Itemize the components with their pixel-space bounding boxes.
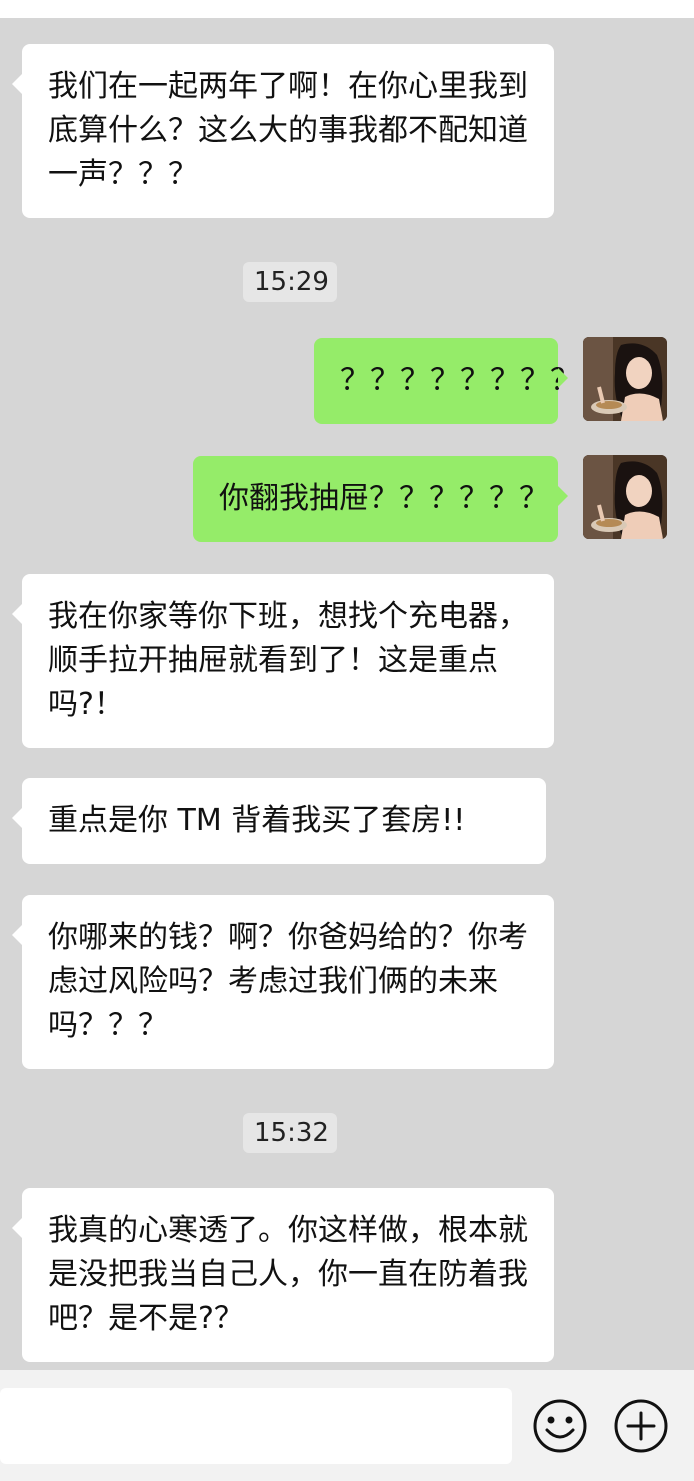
plus-circle-icon [614,1399,668,1453]
received-message[interactable]: 我在你家等你下班，想找个充电器，顺手拉开抽屉就看到了！这是重点吗?！ [12,574,554,748]
received-message[interactable]: 我真的心寒透了。你这样做，根本就是没把我当自己人，你一直在防着我吧？是不是?？ [12,1188,554,1362]
received-message[interactable]: 你哪来的钱？啊？你爸妈给的？你考虑过风险吗？考虑过我们俩的未来吗？？？ [12,895,554,1069]
more-button[interactable] [613,1398,669,1454]
message-input[interactable] [0,1388,512,1464]
timestamp: 15:32 [243,1113,337,1153]
chat-messages-area[interactable]: 我们在一起两年了啊！在你心里我到底算什么？这么大的事我都不配知道一声？？？ 15… [0,18,694,1370]
received-message[interactable]: 我们在一起两年了啊！在你心里我到底算什么？这么大的事我都不配知道一声？？？ [12,44,554,218]
emoji-button[interactable] [532,1398,588,1454]
sent-message[interactable]: ？？？？？？？？ [314,338,580,424]
user-avatar[interactable] [583,337,667,421]
received-message[interactable]: 重点是你 TM 背着我买了套房!! [12,778,546,864]
smiley-face-icon [533,1399,587,1453]
user-avatar[interactable] [583,455,667,539]
timestamp: 15:29 [243,262,337,302]
sent-message[interactable]: 你翻我抽屉？？？？？？ [193,456,568,542]
input-bar [0,1370,694,1481]
